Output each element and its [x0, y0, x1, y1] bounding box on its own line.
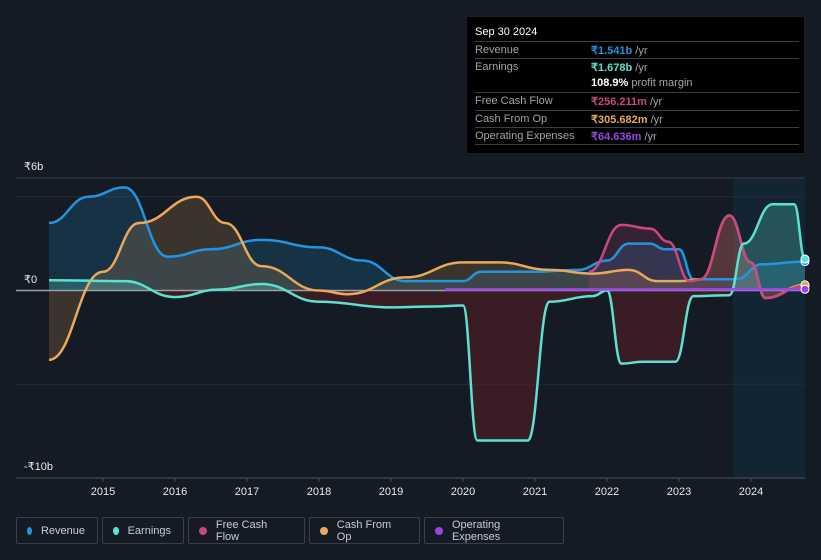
- x-tick-label: 2018: [307, 486, 331, 498]
- tooltip-value-number: ₹1.541b: [591, 45, 633, 57]
- x-tick-label: 2023: [667, 486, 691, 498]
- tooltip-row-value: ₹305.682m /yr: [591, 113, 663, 126]
- tooltip-value-number: ₹64.636m: [591, 131, 642, 143]
- legend-dot-icon: [435, 526, 443, 535]
- tooltip-value-unit: /yr: [632, 62, 648, 74]
- tooltip-row: Earnings ₹1.678b /yr: [475, 58, 799, 76]
- legend-item-revenue[interactable]: Revenue: [16, 517, 98, 544]
- tooltip-divider: [475, 144, 799, 145]
- tooltip-value-number: ₹1.678b: [591, 62, 633, 74]
- x-tick-label: 2017: [235, 486, 259, 498]
- series-areas: [49, 187, 805, 441]
- tooltip-value-unit: /yr: [632, 45, 648, 57]
- legend-dot-icon: [199, 526, 207, 535]
- tooltip-row: Cash From Op ₹305.682m /yr: [475, 110, 799, 128]
- tooltip-row-value: ₹64.636m /yr: [591, 130, 657, 143]
- tooltip-row-value: ₹256.211m /yr: [591, 95, 662, 108]
- x-tick-label: 2019: [379, 486, 403, 498]
- tooltip-value-number: 108.9%: [591, 77, 629, 89]
- x-tick-label: 2021: [523, 486, 547, 498]
- tooltip-panel: Sep 30 2024 Revenue ₹1.541b /yr Earnings ₹1…: [466, 16, 805, 154]
- tooltip-row-value: ₹1.541b /yr: [591, 44, 648, 57]
- tooltip-value-unit: /yr: [646, 96, 663, 108]
- tooltip-row-label: Free Cash Flow: [475, 95, 553, 107]
- legend-item-operating-expenses[interactable]: Operating Expenses: [424, 517, 564, 544]
- y-tick-label: ₹6b: [24, 161, 43, 173]
- legend-dot-icon: [113, 526, 119, 535]
- operating-expenses-end-marker: [800, 284, 810, 294]
- legend-dot-icon: [320, 526, 328, 535]
- tooltip-row-value: 108.9% profit margin: [591, 77, 693, 89]
- series-lines: [16, 186, 807, 442]
- legend-dot-icon: [27, 526, 32, 535]
- tooltip-row-label: Operating Expenses: [475, 130, 575, 142]
- tooltip-value-unit: /yr: [647, 114, 663, 126]
- legend-item-earnings[interactable]: Earnings: [102, 517, 184, 544]
- earnings-end-marker: [800, 254, 810, 264]
- tooltip-row: Free Cash Flow ₹256.211m /yr: [475, 92, 799, 110]
- tooltip-row-label: Earnings: [475, 61, 519, 73]
- tooltip-value-unit: /yr: [641, 131, 657, 143]
- x-tick-label: 2020: [451, 486, 475, 498]
- tooltip-value-unit: profit margin: [628, 77, 693, 89]
- tooltip-row: Revenue ₹1.541b /yr: [475, 41, 799, 59]
- x-tick-label: 2022: [595, 486, 619, 498]
- y-tick-label: ₹0: [24, 274, 37, 286]
- legend-item-free-cash-flow[interactable]: Free Cash Flow: [188, 517, 305, 544]
- x-axis: 2015 2016 2017 2018 2019 2020 2021 2022 2023 2024: [91, 478, 763, 498]
- legend-label: Operating Expenses: [451, 518, 501, 543]
- legend-item-cash-from-op[interactable]: Cash From Op: [309, 517, 420, 544]
- tooltip-row-label: Revenue: [475, 44, 520, 56]
- tooltip-row-label: Cash From Op: [475, 113, 548, 125]
- tooltip-row-value: ₹1.678b /yr: [591, 61, 648, 74]
- legend-label: Free Cash Flow: [215, 518, 268, 543]
- y-tick-label: -₹10b: [24, 461, 53, 473]
- tooltip-date: Sep 30 2024: [475, 26, 538, 38]
- x-tick-label: 2016: [163, 486, 187, 498]
- tooltip-value-number: ₹256.211m: [591, 96, 647, 108]
- y-axis: ₹6b ₹0 -₹10b: [24, 161, 53, 473]
- tooltip-row: 108.9% profit margin: [475, 75, 799, 92]
- tooltip-row: Operating Expenses ₹64.636m /yr: [475, 127, 799, 145]
- x-tick-label: 2024: [739, 486, 763, 498]
- legend-label: Earnings: [127, 524, 171, 537]
- tooltip-value-number: ₹305.682m: [591, 114, 648, 126]
- x-tick-label: 2015: [91, 486, 115, 498]
- legend-label: Cash From Op: [336, 518, 392, 543]
- legend-label: Revenue: [40, 524, 85, 537]
